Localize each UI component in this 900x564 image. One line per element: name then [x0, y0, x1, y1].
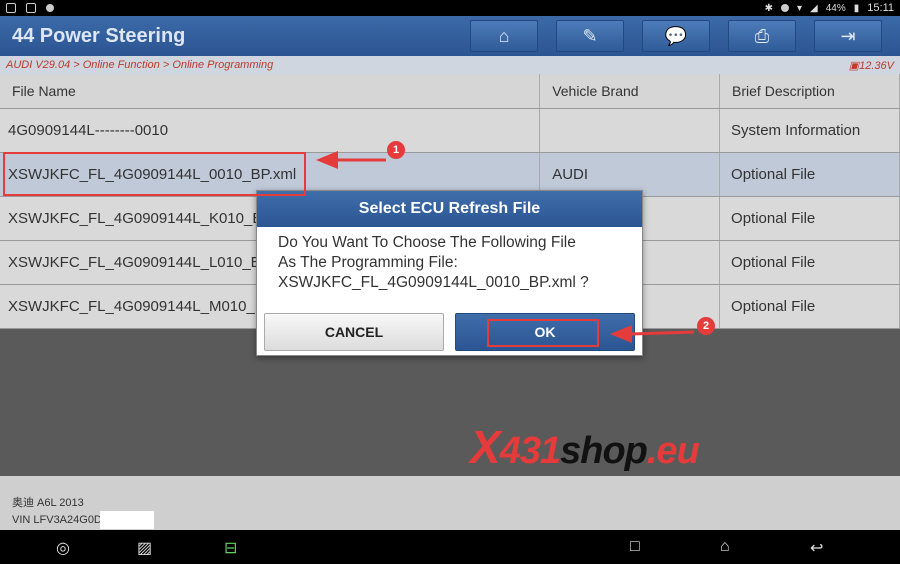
arrow-step-2	[610, 325, 695, 343]
step-badge-1: 1	[387, 141, 405, 159]
arrow-step-1	[316, 151, 386, 169]
step-badge-2: 2	[697, 317, 715, 335]
annotation-arrows	[316, 151, 695, 343]
